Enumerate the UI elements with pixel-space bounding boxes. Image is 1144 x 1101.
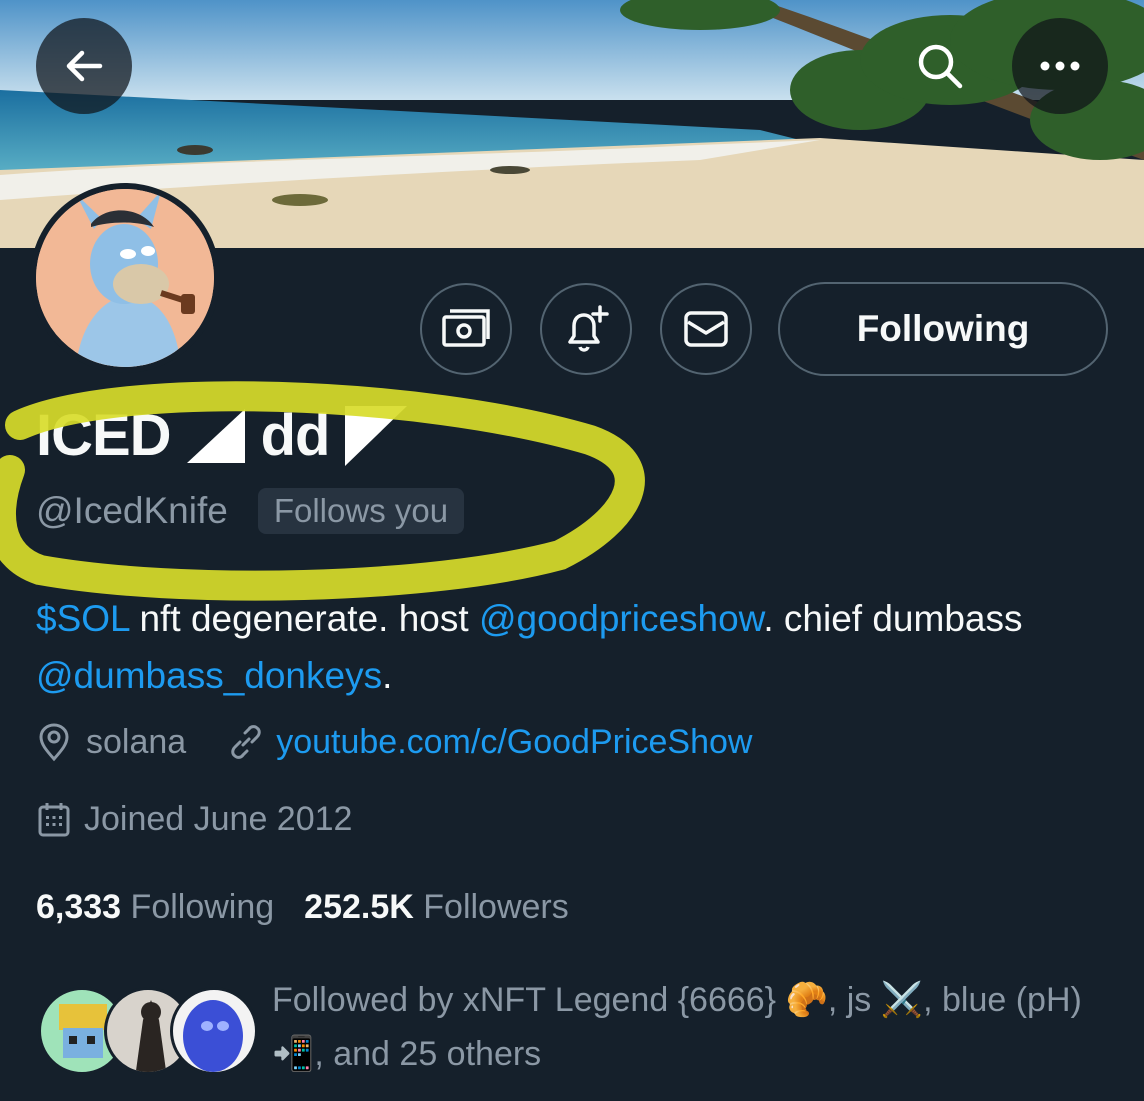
search-button[interactable]	[892, 18, 988, 114]
bio-text: nft degenerate. host	[129, 598, 479, 639]
followed-by-prefix: Followed by xNFT Legend {6666}	[272, 981, 786, 1019]
display-name-part2: dd	[260, 403, 331, 468]
avatar	[170, 987, 258, 1075]
followers-label: Followers	[423, 888, 569, 926]
mention-link[interactable]: @goodpriceshow	[479, 598, 763, 639]
follow-stats: 6,333 Following 252.5K Followers	[36, 888, 569, 927]
followed-by-avatars[interactable]	[38, 987, 258, 1077]
cashtag-link[interactable]: $SOL	[36, 598, 129, 639]
location-text: solana	[86, 722, 187, 761]
website-link[interactable]: youtube.com/c/GoodPriceShow	[276, 723, 752, 762]
message-button[interactable]	[660, 283, 752, 375]
bell-plus-icon	[568, 305, 609, 352]
joined-text: Joined June 2012	[84, 800, 353, 838]
swords-emoji: ⚔️	[880, 981, 924, 1019]
calendar-icon	[38, 802, 70, 836]
link-icon	[231, 725, 261, 759]
username-handle: @IcedKnife	[36, 490, 228, 531]
profile-meta: solana youtube.com/c/GoodPriceShow	[36, 722, 752, 762]
location-pin-icon	[39, 723, 69, 762]
more-horizontal-icon	[1040, 61, 1080, 71]
following-button[interactable]: Following	[778, 282, 1108, 376]
followed-by-suffix: , and 25 others	[314, 1035, 542, 1073]
profile-avatar[interactable]	[30, 183, 220, 373]
search-icon	[918, 44, 963, 89]
profile-bio: $SOL nft degenerate. host @goodpriceshow…	[36, 590, 1116, 704]
croissant-emoji: 🥐	[785, 981, 828, 1019]
following-count: 6,333	[36, 888, 122, 926]
notify-button[interactable]	[540, 283, 632, 375]
triangle-glyph-icon	[186, 408, 245, 463]
donkey-avatar-image	[36, 189, 214, 367]
followers-count: 252.5K	[304, 888, 414, 926]
followers-stat[interactable]: 252.5K Followers	[304, 888, 569, 927]
mention-link[interactable]: @dumbass_donkeys	[36, 655, 382, 696]
phone-emoji: 📲	[272, 1035, 315, 1073]
bio-text: .	[382, 655, 393, 696]
joined-date: Joined June 2012	[36, 800, 352, 839]
follows-you-badge: Follows you	[257, 488, 465, 534]
display-name: ICED dd	[36, 402, 408, 469]
followed-by-mid: , js	[827, 981, 881, 1019]
back-button[interactable]	[36, 18, 132, 114]
money-icon	[442, 309, 490, 347]
display-name-part1: ICED	[36, 403, 172, 468]
arrow-left-icon	[66, 50, 103, 82]
envelope-icon	[684, 311, 728, 347]
more-button[interactable]	[1012, 18, 1108, 114]
tip-button[interactable]	[420, 283, 512, 375]
followed-by-mid: , blue (pH)	[923, 981, 1082, 1019]
following-label: Following	[130, 888, 275, 926]
following-stat[interactable]: 6,333 Following	[36, 888, 274, 927]
followed-by-text[interactable]: Followed by xNFT Legend {6666} 🥐, js ⚔️,…	[272, 973, 1122, 1081]
bio-text: . chief dumbass	[763, 598, 1023, 639]
triangle-glyph-icon	[345, 405, 408, 466]
